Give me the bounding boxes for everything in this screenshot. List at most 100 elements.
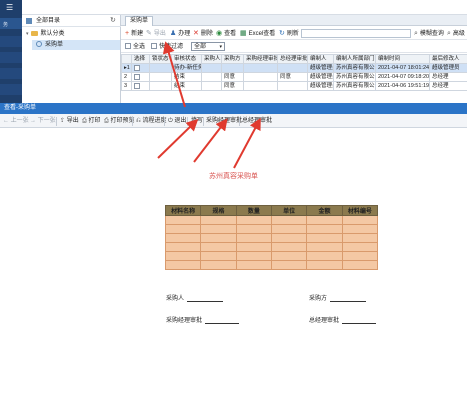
material-cell[interactable] <box>235 233 272 243</box>
row-select-cell[interactable] <box>131 72 150 82</box>
grid-column-header[interactable]: 编制人 <box>307 54 334 64</box>
material-cell[interactable] <box>306 233 343 243</box>
material-cell[interactable] <box>200 260 237 270</box>
material-cell[interactable] <box>235 260 272 270</box>
material-cell[interactable] <box>306 224 343 234</box>
checkbox[interactable] <box>134 82 140 89</box>
material-cell[interactable] <box>200 215 237 225</box>
row-select-cell[interactable] <box>131 63 150 73</box>
purchaser-party-signature-line[interactable] <box>330 296 367 302</box>
material-cell[interactable] <box>200 242 237 252</box>
material-cell[interactable] <box>164 233 202 243</box>
grid-column-header[interactable]: 编制人所属部门 <box>333 54 376 64</box>
checkbox[interactable] <box>151 43 157 50</box>
purchase-manager-approval-button[interactable]: 采购经理审批 <box>206 117 242 126</box>
advanced-search-button[interactable]: ⌕ 高级 <box>447 29 465 38</box>
refresh-button[interactable]: ↻ 刷新 <box>279 29 299 38</box>
material-cell[interactable] <box>270 224 308 234</box>
material-cell[interactable] <box>270 233 308 243</box>
grid-column-header[interactable]: 采购方 <box>221 54 244 64</box>
material-cell[interactable] <box>164 251 202 261</box>
view-button[interactable]: ◉ 查看 <box>216 29 236 38</box>
material-cell[interactable] <box>164 242 202 252</box>
export-button[interactable]: ⇪ 导出 <box>60 117 79 126</box>
grid-column-header[interactable] <box>121 54 132 64</box>
checkbox[interactable] <box>134 73 140 80</box>
material-cell[interactable] <box>341 224 379 234</box>
delete-button[interactable]: ✕ 删除 <box>193 29 213 38</box>
table-row[interactable]: 3 结束 同意 超级管理员苏州真容有限公2021-04-06 19:51:19总经理 <box>121 81 467 91</box>
material-cell[interactable] <box>200 233 237 243</box>
material-cell[interactable] <box>341 251 379 261</box>
checkbox[interactable] <box>125 43 131 50</box>
rail-item-active[interactable]: 务 <box>0 18 22 29</box>
tab-purchase-order[interactable]: 采购单 <box>125 16 154 26</box>
refresh-icon[interactable]: ↻ <box>110 16 116 24</box>
progress-label: 流程进度 <box>142 118 167 124</box>
material-cell[interactable] <box>341 233 379 243</box>
print-preview-button[interactable]: ⎙ 打印预览 <box>104 117 134 126</box>
material-cell[interactable] <box>235 215 272 225</box>
rail-item[interactable] <box>0 68 22 79</box>
purchase-manager-signature-line[interactable] <box>205 318 240 324</box>
rail-item[interactable] <box>0 36 22 47</box>
tree-node-default[interactable]: ▾ 默认分类 <box>26 29 120 39</box>
material-cell[interactable] <box>200 251 237 261</box>
rail-item[interactable] <box>0 52 22 63</box>
rail-item[interactable] <box>0 84 22 95</box>
table-row[interactable]: 2结束同意同意超级管理员苏州真容有限公2021-04-07 09:18:20总经… <box>121 72 467 82</box>
table-row[interactable]: ▸1待办-新任务超级管理员苏州真容有限公2021-04-07 18:01:24超… <box>121 63 467 73</box>
material-cell[interactable] <box>341 260 379 270</box>
grid-column-header[interactable]: 审核状态 <box>171 54 202 64</box>
material-cell[interactable] <box>270 242 308 252</box>
select-all-checkbox[interactable]: 全选 <box>125 43 145 52</box>
material-cell[interactable] <box>306 242 343 252</box>
material-cell[interactable] <box>270 215 308 225</box>
new-button[interactable]: + 新建 <box>125 29 143 38</box>
menu-icon[interactable]: ☰ <box>6 4 16 12</box>
plus-icon: + <box>125 30 130 37</box>
material-cell[interactable] <box>164 224 202 234</box>
search-input[interactable] <box>301 29 411 38</box>
grid-column-header[interactable]: 采购经理审批 <box>243 54 278 64</box>
fuzzy-search-button[interactable]: ⌕ 模糊查询 <box>414 29 444 38</box>
grid-column-header[interactable]: 最后修改人 <box>429 54 467 64</box>
material-cell[interactable] <box>200 224 237 234</box>
excel-view-button[interactable]: ▦ Excel查看 <box>240 29 275 38</box>
next-button[interactable]: → 下一张 <box>30 117 56 126</box>
general-manager-signature-line[interactable] <box>342 318 377 324</box>
row-select-cell[interactable] <box>131 81 150 91</box>
handle-button[interactable]: ♟ 办理 <box>170 29 190 38</box>
material-cell[interactable] <box>164 215 202 225</box>
material-cell[interactable] <box>306 215 343 225</box>
status-select[interactable]: 全部 ▾ <box>191 42 225 51</box>
collapse-icon[interactable]: ▾ <box>26 31 29 37</box>
general-manager-approval-button[interactable]: 总经理审批 <box>242 117 272 126</box>
material-cell[interactable] <box>306 251 343 261</box>
checkbox[interactable] <box>134 64 140 71</box>
material-cell[interactable] <box>270 251 308 261</box>
material-cell[interactable] <box>235 251 272 261</box>
buyer-signature-line[interactable] <box>187 296 224 302</box>
grid-column-header[interactable]: 编制时间 <box>375 54 430 64</box>
table-cell <box>221 63 244 73</box>
quick-filter-checkbox[interactable]: 快速过滤 <box>151 43 183 52</box>
fill-button[interactable]: 填写 <box>191 117 203 126</box>
grid-column-header[interactable]: 锁状态 <box>149 54 172 64</box>
exit-button[interactable]: ⏻ 退出 <box>168 117 186 126</box>
tree-node-purchase-order[interactable]: 采购单 <box>32 40 120 50</box>
export-button[interactable]: ✎ 导出 <box>146 29 166 38</box>
material-cell[interactable] <box>235 242 272 252</box>
material-cell[interactable] <box>164 260 202 270</box>
prev-button[interactable]: ← 上一张 <box>3 117 29 126</box>
progress-button[interactable]: ⎌ 流程进度 <box>136 117 166 126</box>
material-cell[interactable] <box>341 242 379 252</box>
material-cell[interactable] <box>235 224 272 234</box>
print-button[interactable]: ⎙ 打印 <box>82 117 100 126</box>
grid-column-header[interactable]: 采购人 <box>201 54 222 64</box>
material-cell[interactable] <box>341 215 379 225</box>
grid-column-header[interactable]: 总经理审批 <box>277 54 308 64</box>
material-cell[interactable] <box>306 260 343 270</box>
material-cell[interactable] <box>270 260 308 270</box>
grid-column-header[interactable]: 选择 <box>131 54 150 64</box>
